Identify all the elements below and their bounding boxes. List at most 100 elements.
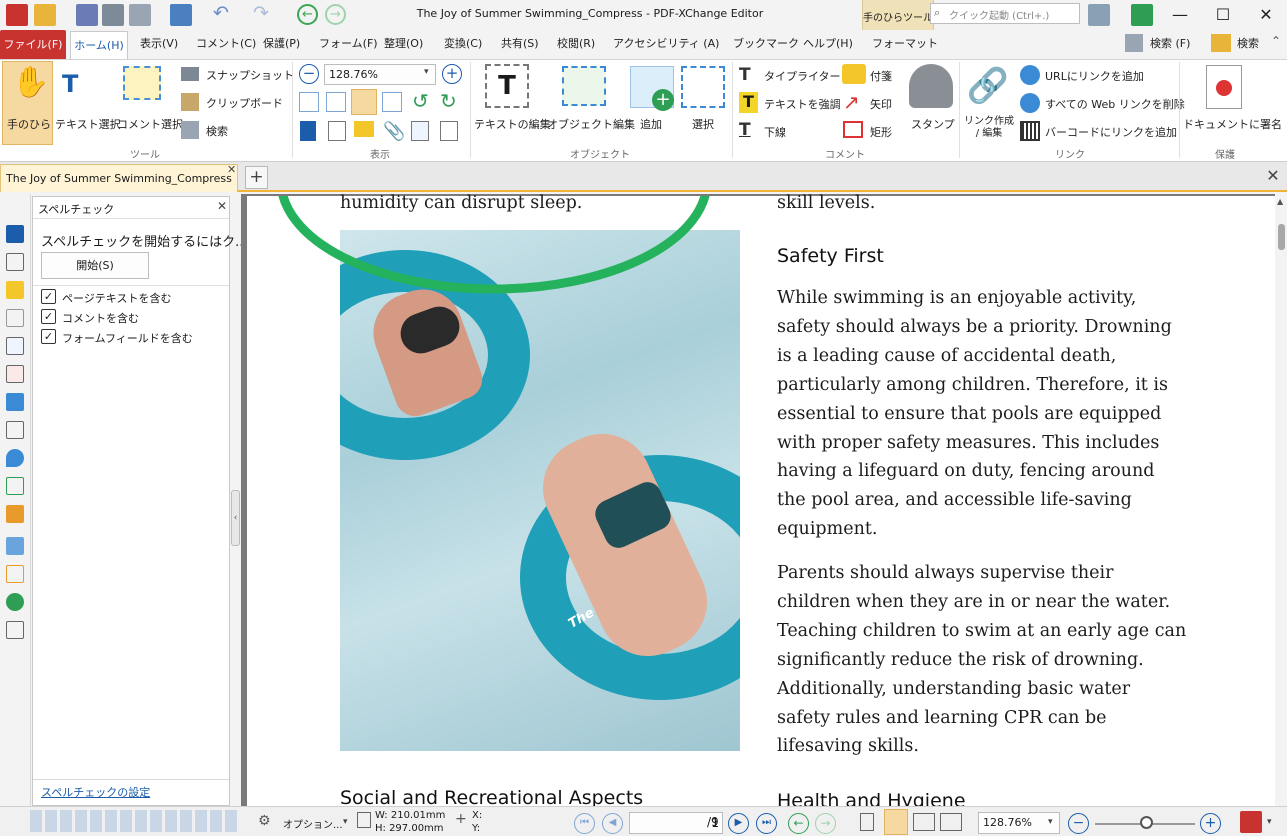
select-button[interactable]: 選択 (692, 116, 714, 132)
zoom-level-select[interactable]: 128.76% (324, 64, 436, 85)
link-create-icon[interactable]: 🔗 (966, 64, 1010, 108)
include-page-text-checkbox[interactable]: ✓ (41, 289, 56, 304)
start-spellcheck-button[interactable]: 開始(S) (41, 252, 149, 279)
rectangle-button[interactable]: 矩形 (870, 124, 892, 140)
menu-format[interactable]: フォーマット (872, 35, 938, 51)
content-pane-icon[interactable] (6, 337, 24, 355)
menu-convert[interactable]: 変換(C) (444, 35, 482, 51)
select-object-icon[interactable] (681, 66, 725, 108)
new-tab-button[interactable]: + (245, 166, 268, 189)
accessibility-pane-icon[interactable] (6, 593, 24, 611)
doc-settings-icon[interactable] (440, 121, 458, 141)
fit-visible-icon[interactable] (382, 92, 402, 112)
minimize-button[interactable]: — (1157, 0, 1203, 30)
menu-comment[interactable]: コメント(C) (196, 35, 256, 51)
attachments-pane-icon[interactable] (6, 309, 24, 327)
quick-launch-input[interactable]: クイック起動 (Ctrl+.) (930, 3, 1080, 24)
edit-text-button[interactable]: テキストの編集 (474, 116, 551, 132)
menu-help[interactable]: ヘルプ(H) (803, 35, 853, 51)
fit-page-icon[interactable] (326, 92, 346, 112)
bookmarks-icon[interactable] (300, 121, 316, 141)
typewriter-button[interactable]: タイプライター (764, 68, 841, 84)
scroll-up-icon[interactable]: ▲ (1277, 197, 1283, 206)
zoom-out-icon[interactable]: − (299, 64, 319, 84)
maximize-button[interactable]: ☐ (1200, 0, 1246, 30)
include-comments-checkbox[interactable]: ✓ (41, 309, 56, 324)
close-window-button[interactable]: ✕ (1243, 0, 1287, 30)
add-button[interactable]: 追加 (640, 116, 662, 132)
continuous-facing-icon[interactable] (940, 813, 962, 831)
add-barcode-link-button[interactable]: バーコードにリンクを追加 (1045, 124, 1177, 140)
previous-page-button[interactable]: ◀ (602, 813, 623, 834)
menu-form[interactable]: フォーム(F) (319, 35, 378, 51)
destinations-pane-icon[interactable] (6, 449, 24, 467)
underline-button[interactable]: 下線 (764, 124, 786, 140)
sticky-note-button[interactable]: 付箋 (870, 68, 892, 84)
save-icon[interactable] (76, 4, 98, 26)
menu-accessibility[interactable]: アクセシビリティ (A) (613, 35, 719, 51)
order-pane-icon[interactable] (6, 565, 24, 583)
reading-order-pane-icon[interactable] (6, 621, 24, 639)
scrollbar-thumb[interactable] (1278, 224, 1285, 250)
menu-bookmarks[interactable]: ブックマーク (733, 35, 799, 51)
settings-gear-icon[interactable] (1088, 4, 1110, 26)
sign-document-button[interactable]: ドキュメントに署名 (1183, 116, 1282, 132)
attachments-icon[interactable]: 📎 (383, 121, 405, 142)
previous-view-button[interactable]: ← (788, 813, 809, 834)
rotate-right-icon[interactable]: ↻ (440, 89, 457, 113)
menu-protect[interactable]: 保護(P) (263, 35, 300, 51)
snapshot-button[interactable]: スナップショット (206, 67, 294, 83)
facing-pages-icon[interactable] (913, 813, 935, 831)
menu-home[interactable]: ホーム(H) (70, 31, 128, 59)
include-form-fields-checkbox[interactable]: ✓ (41, 329, 56, 344)
highlight-button[interactable]: テキストを強調 (764, 96, 841, 112)
zoom-slider-thumb[interactable] (1140, 816, 1153, 829)
edit-object-icon[interactable] (562, 66, 606, 106)
menu-organize[interactable]: 整理(O) (384, 35, 423, 51)
tags-pane-icon[interactable] (6, 421, 24, 439)
stamp-button[interactable]: スタンプ (911, 116, 955, 132)
single-page-icon[interactable] (860, 813, 874, 831)
options-gear-icon[interactable]: ⚙ (258, 813, 271, 829)
edit-object-button[interactable]: オブジェクト編集 (547, 116, 635, 132)
find-button[interactable]: 検索 (206, 123, 228, 139)
first-page-button[interactable]: ⏮ (574, 813, 595, 834)
bookmarks-pane-icon[interactable] (6, 225, 24, 243)
close-document-icon[interactable]: ✕ (1260, 166, 1286, 189)
pdf-app-icon[interactable] (1240, 811, 1262, 833)
links-pane-icon[interactable] (6, 505, 24, 523)
menu-search[interactable]: 検索 (1237, 35, 1259, 51)
menu-view[interactable]: 表示(V) (140, 35, 178, 51)
stamp-icon[interactable] (909, 64, 953, 108)
undo-icon[interactable]: ↶ (213, 2, 229, 24)
continuous-page-icon[interactable] (884, 809, 908, 835)
options-button[interactable]: オプション... (283, 816, 343, 831)
app-menu-chevron-icon[interactable]: ▾ (1267, 817, 1272, 827)
text-select-label[interactable]: テキスト選択 (55, 116, 121, 132)
fullscreen-icon[interactable] (1131, 4, 1153, 26)
zoom-out-status-button[interactable]: − (1068, 813, 1089, 834)
properties-icon[interactable] (411, 121, 429, 141)
menu-search-f[interactable]: 検索 (F) (1150, 35, 1190, 51)
comments-icon[interactable] (354, 121, 374, 137)
vertical-scrollbar[interactable] (1275, 194, 1287, 806)
close-panel-icon[interactable]: ✕ (217, 199, 227, 213)
collapse-panel-handle[interactable]: ‹ (231, 490, 240, 546)
signatures-pane-icon[interactable] (6, 365, 24, 383)
edit-text-icon[interactable]: T (485, 64, 529, 108)
comment-select-label[interactable]: コメント選択 (117, 116, 183, 132)
link-create-button[interactable]: リンク作成 / 編集 (963, 116, 1015, 140)
clipboard-button[interactable]: クリップボード (206, 95, 283, 111)
menu-review[interactable]: 校閲(R) (557, 35, 595, 51)
collapse-ribbon-icon[interactable]: ⌃ (1271, 34, 1281, 48)
email-icon[interactable] (129, 4, 151, 26)
print-icon[interactable] (102, 4, 124, 26)
menu-file[interactable]: ファイル(F) (0, 30, 66, 59)
next-view-button[interactable]: → (815, 813, 836, 834)
actual-size-icon[interactable] (299, 92, 319, 112)
comment-select-icon[interactable] (123, 66, 161, 100)
fit-width-icon[interactable] (351, 89, 377, 115)
scan-icon[interactable] (170, 4, 192, 26)
remove-web-links-button[interactable]: すべての Web リンクを削除 (1045, 96, 1185, 112)
pane-quick-icons[interactable] (30, 810, 240, 832)
